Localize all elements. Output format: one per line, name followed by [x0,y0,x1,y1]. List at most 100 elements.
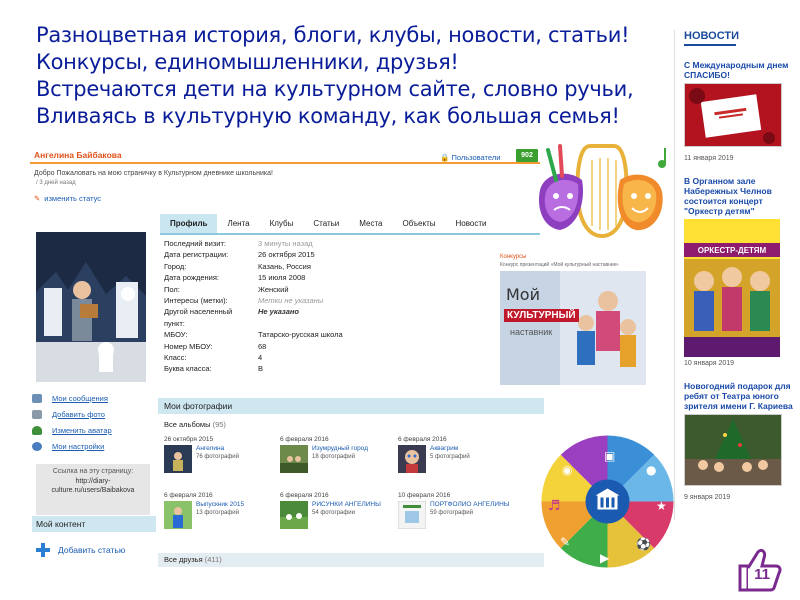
profile-actions: Мои сообщения Добавить фото Изменить ава… [32,390,152,454]
album-title[interactable]: РИСУНКИ АНГЕЛИНЫ [312,501,381,509]
album-title[interactable]: Изумрудный город [312,445,368,453]
info-value: 26 октября 2015 [258,250,315,260]
album-title[interactable]: Выпускник 2015 [196,501,244,509]
gear-icon [32,441,42,451]
profile-info: Последний визит: 3 минуты назад Дата реги… [164,238,414,375]
info-row: Класс: 4 [164,352,414,363]
contests-panel: Конкурсы Конкурс презентаций «Мой культу… [500,254,660,396]
tab-objects[interactable]: Объекты [392,214,446,235]
album-card[interactable]: 26 октября 2015 Ангелина 76 фотографий [164,436,279,473]
info-value: Метки не указаны [258,296,324,306]
plus-icon [36,543,50,557]
my-messages-link[interactable]: Мои сообщения [32,390,152,406]
album-card[interactable]: 6 февраля 2016 Выпускник 2015 13 фотограф… [164,492,279,529]
album-card[interactable]: 10 февраля 2016 ПОРТФОЛИО АНГЕЛИНЫ 59 фот… [398,492,513,529]
svg-text:▶: ▶ [600,551,610,565]
info-key: Пол: [164,284,180,294]
news-item-title[interactable]: Новогодний подарок для ребят от Театра ю… [684,381,794,411]
red-card-image[interactable] [684,83,782,147]
change-avatar-link[interactable]: Изменить аватар [32,422,152,438]
contest-image-word: КУЛЬТУРНЫЙ [504,309,579,322]
all-friends-header[interactable]: Все друзья (411) [158,553,544,567]
page-link-url[interactable]: http://diary- [36,477,150,487]
svg-text:★: ★ [656,499,667,513]
album-title[interactable]: ПОРТФОЛИО АНГЕЛИНЫ [430,501,510,509]
album-count: 59 фотографий [430,510,474,516]
info-value: В [258,364,264,374]
camera-icon [32,409,42,419]
profile-photo[interactable] [36,232,146,382]
album-card[interactable]: 6 февраля 2016 Аквагрим 5 фотографий [398,436,513,473]
album-thumbnail[interactable] [164,445,192,473]
info-value: 68 [258,341,267,351]
info-key: Дата рождения: [164,273,219,283]
info-row: Буква класса: В [164,363,414,374]
my-photos-header: Мои фотографии [158,398,544,414]
profile-user-name[interactable]: Ангелина Байбакова [34,150,122,160]
page-link-url[interactable]: culture.ru/users/Baibakova [36,486,150,496]
profile-tabs: Профиль Лента Клубы Статьи Места Объекты… [160,214,540,235]
news-item-title[interactable]: С Международным днем СПАСИБО! [684,60,794,80]
album-count: 5 фотографий [430,454,470,460]
change-status-label: изменить статус [44,194,102,203]
album-count: 76 фотографий [196,454,240,460]
info-row: Другой населенный Не указано [164,306,414,317]
all-albums-label: Все альбомы [164,420,211,429]
tab-articles[interactable]: Статьи [303,214,350,235]
info-row: МБОУ: Татарско-русская школа [164,329,414,340]
album-date: 10 февраля 2016 [398,492,451,499]
contests-header: Конкурсы [500,254,527,260]
change-status-link[interactable]: ✎ изменить статус [34,194,101,203]
city-link[interactable]: Казань, Россия [258,261,311,272]
info-value: Татарско-русская школа [258,330,343,340]
news-item-date: 10 января 2019 [684,360,735,367]
info-key: Город: [164,261,187,271]
users-link[interactable]: 🔒 Пользователи [440,153,500,162]
album-thumbnail[interactable] [280,445,308,473]
add-article-button[interactable]: Добавить статью [36,543,125,557]
add-photo-link[interactable]: Добавить фото [32,406,152,422]
info-value: 4 [258,353,263,363]
theater-photo[interactable] [684,414,782,486]
info-row: Дата рождения: 15 июля 2008 [164,272,414,283]
tab-places[interactable]: Места [349,214,393,235]
news-header: НОВОСТИ [684,30,739,46]
info-row: Пол: Женский [164,284,414,295]
album-thumbnail[interactable] [398,445,426,473]
album-card[interactable]: 6 февраля 2016 Изумрудный город 18 фотогр… [280,436,395,473]
tabs-underline [160,233,540,235]
album-title[interactable]: Аквагрим [430,445,470,453]
album-thumbnail[interactable] [164,501,192,529]
tab-news[interactable]: Новости [445,214,497,235]
news-item-title[interactable]: В Органном зале Набережных Челнов состои… [684,176,794,216]
change-avatar-label: Изменить аватар [52,425,112,435]
info-value: 15 июля 2008 [258,273,306,283]
all-albums-header[interactable]: Все альбомы (95) [164,420,226,429]
info-key: Последний визит: [164,239,226,248]
info-row: пункт: [164,318,414,329]
lock-icon: 🔒 [440,153,450,162]
poem-line: Вливаясь в культурную команду, как больш… [36,104,620,128]
svg-text:♬: ♬ [548,498,561,514]
tab-profile[interactable]: Профиль [160,214,218,235]
contest-title[interactable]: Конкурс презентаций «Мой культурный наст… [500,262,660,268]
my-settings-label: Мои настройки [52,441,105,451]
poem-line: Встречаются дети на культурном сайте, сл… [36,77,634,101]
all-friends-count: (411) [204,555,222,564]
album-count: 54 фотографии [312,510,356,516]
album-thumbnail[interactable] [280,501,308,529]
tab-clubs[interactable]: Клубы [259,214,304,235]
album-card[interactable]: 6 февраля 2016 РИСУНКИ АНГЕЛИНЫ 54 фотогр… [280,492,395,529]
contest-image[interactable]: Мой КУЛЬТУРНЫЙ наставник [500,271,646,385]
slide-poem: Разноцветная история, блоги, клубы, ново… [36,22,651,130]
album-date: 6 февраля 2016 [398,436,447,443]
my-settings-link[interactable]: Мои настройки [32,438,152,454]
info-key: Буква класса: [164,364,212,374]
album-thumbnail[interactable] [398,501,426,529]
info-value: Не указано [258,307,300,317]
svg-text:▣: ▣ [604,449,615,463]
info-key: Номер МБОУ: [164,341,213,351]
orchestra-poster[interactable]: ОРКЕСТР-ДЕТЯМ [684,219,780,357]
tab-feed[interactable]: Лента [217,214,260,235]
album-title[interactable]: Ангелина [196,445,239,453]
